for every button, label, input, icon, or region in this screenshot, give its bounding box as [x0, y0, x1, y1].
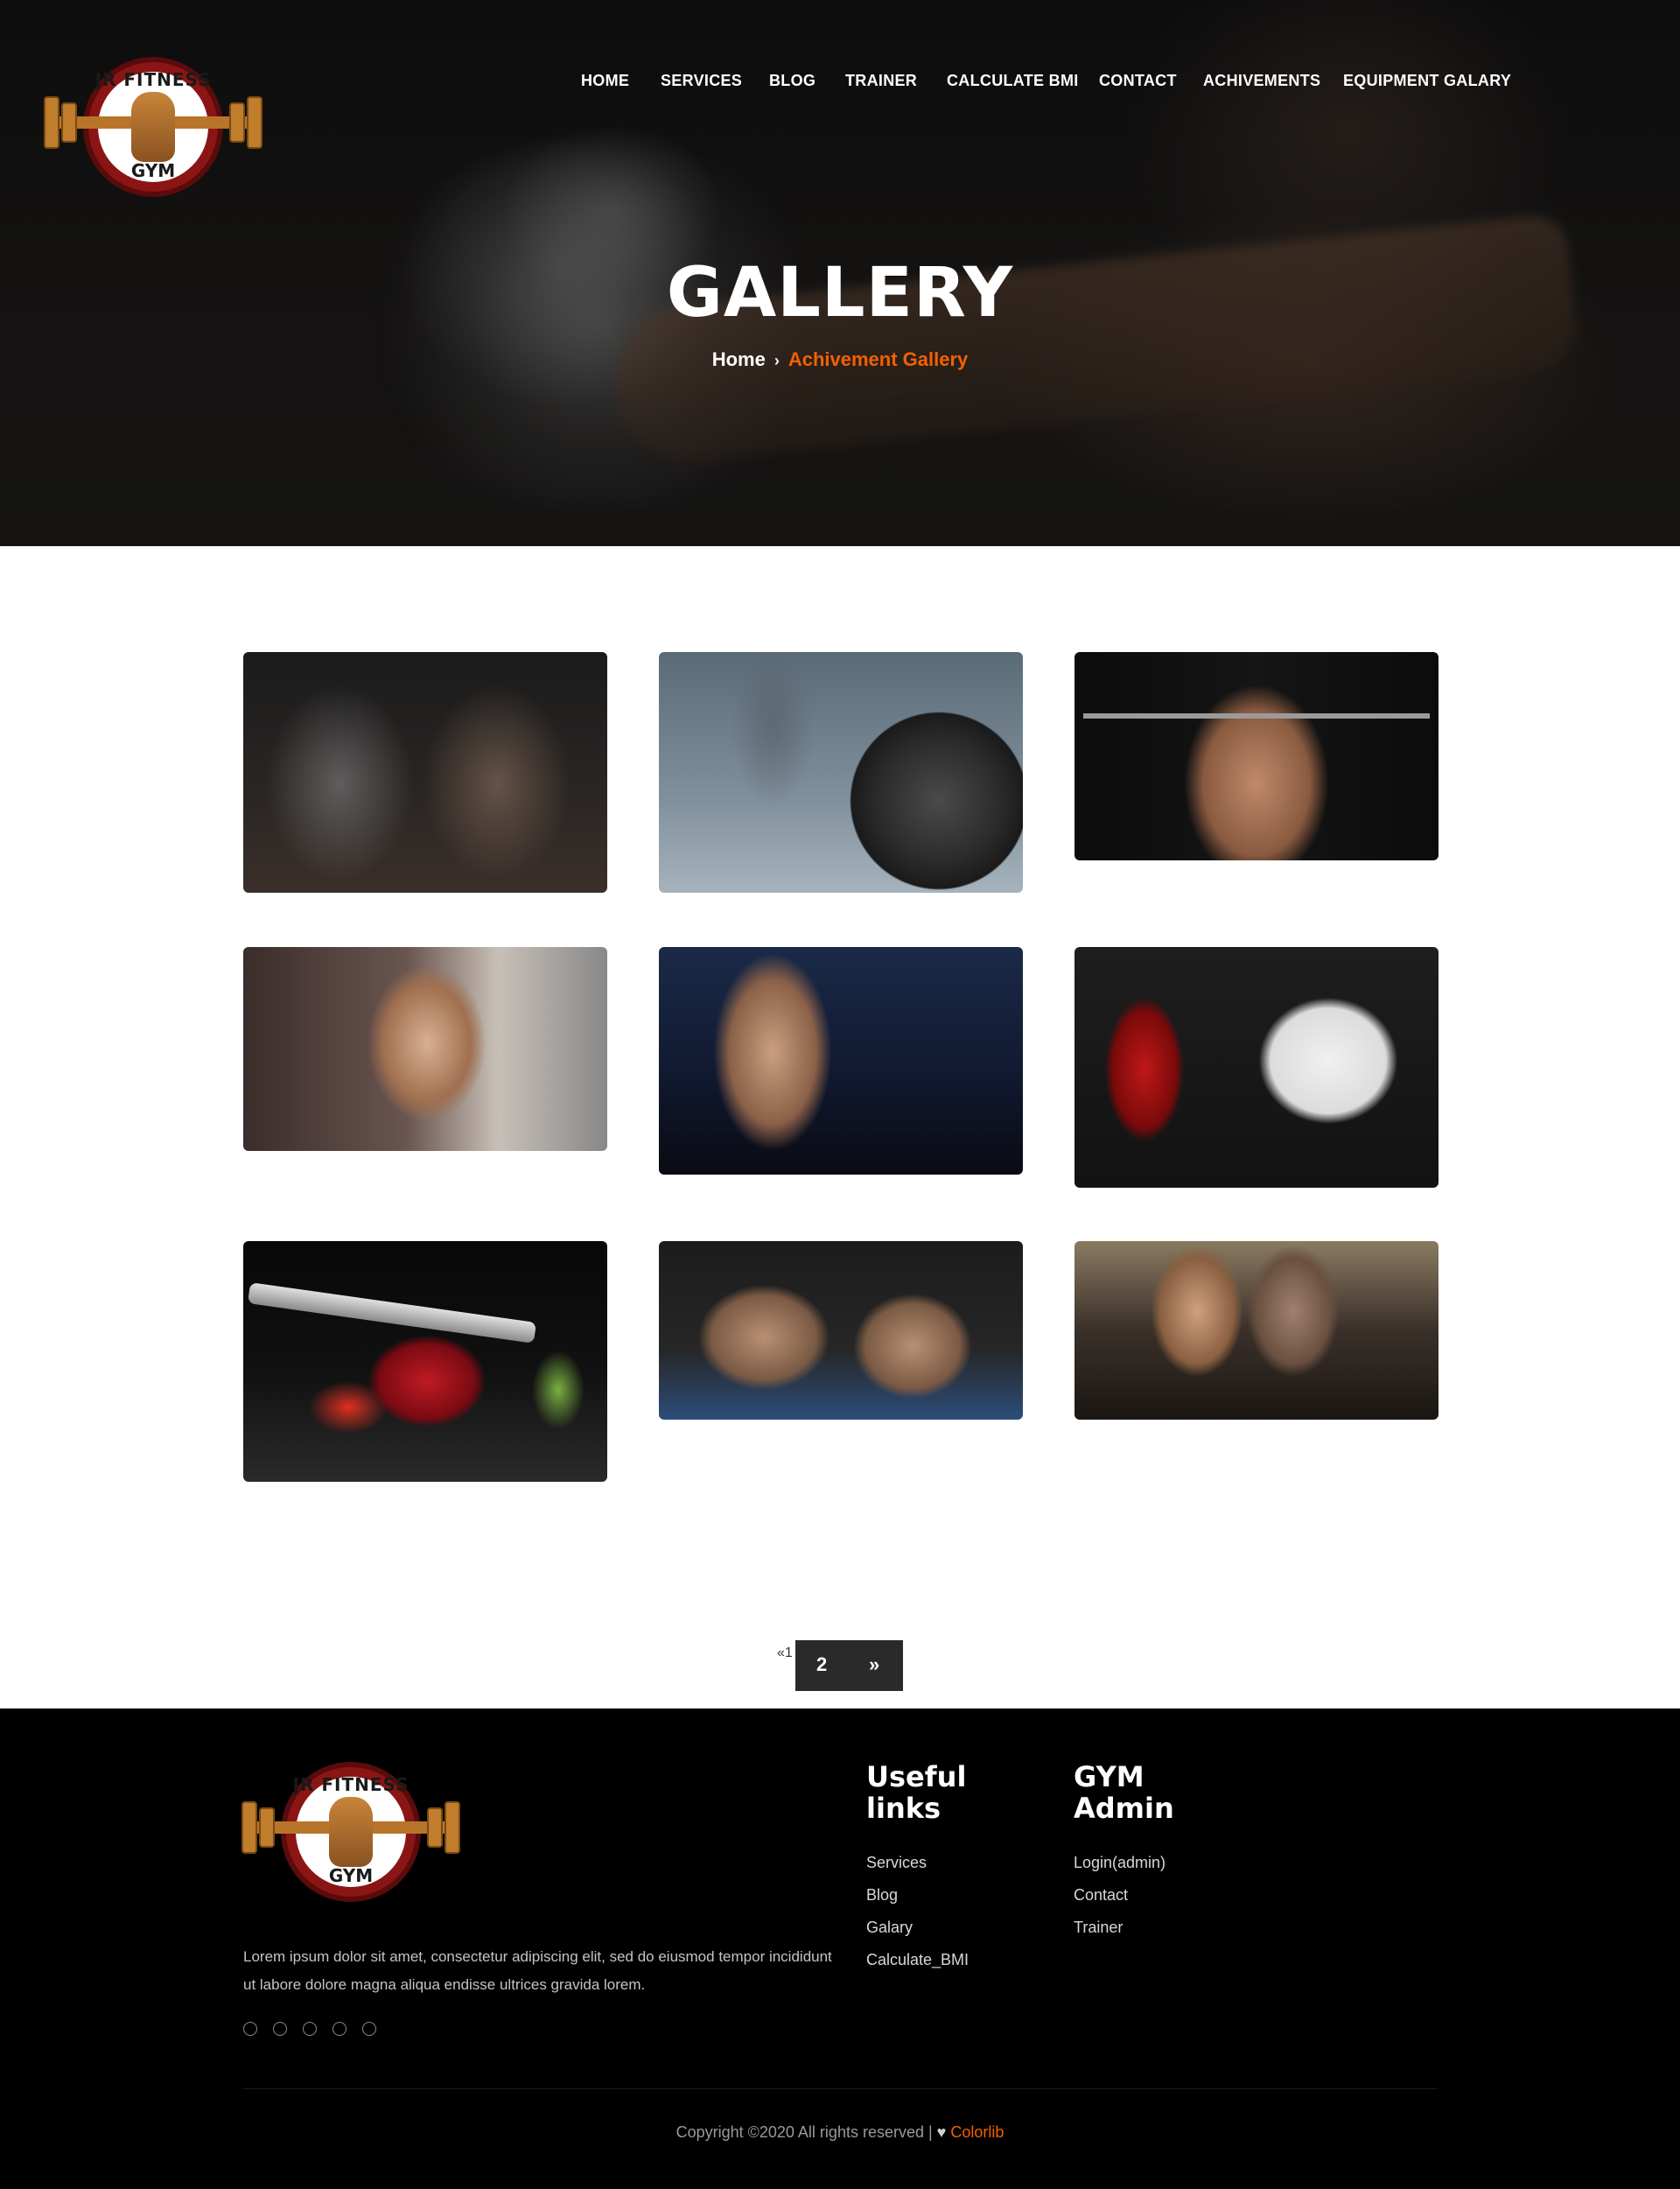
logo-bottom-text: GYM	[130, 160, 176, 181]
gym-admin-title: GYM Admin	[1074, 1760, 1174, 1825]
gallery-image-dumbbell-steak[interactable]	[243, 1241, 607, 1482]
breadcrumb-current: Achivement Gallery	[788, 348, 969, 370]
colorlib-link[interactable]: Colorlib	[950, 2123, 1004, 2141]
logo-bottom-text: GYM	[328, 1865, 374, 1886]
main-nav: HOME SERVICES BLOG TRAINER CALCULATE BMI…	[0, 72, 1680, 95]
nav-equipment-galary[interactable]: EQUIPMENT GALARY	[1343, 72, 1511, 90]
footer-link-services[interactable]: Services	[866, 1854, 927, 1872]
pagination-prev-and-page1[interactable]: «1	[777, 1645, 793, 1661]
copyright: Copyright ©2020 All rights reserved | ♥ …	[0, 2123, 1680, 2142]
pagination-next[interactable]: »	[869, 1653, 879, 1676]
instagram-icon[interactable]	[332, 2022, 346, 2036]
nav-services[interactable]: SERVICES	[661, 72, 742, 90]
twitter-icon[interactable]	[273, 2022, 287, 2036]
heart-icon: ♥	[936, 2123, 947, 2141]
page-title: GALLERY	[666, 254, 1014, 333]
breadcrumb: Home › Achivement Gallery	[0, 348, 1680, 371]
bodybuilder-icon	[131, 92, 175, 162]
breadcrumb-separator: ›	[774, 352, 780, 369]
gallery-image-spin-class[interactable]	[1074, 1241, 1438, 1420]
breadcrumb-home[interactable]: Home	[712, 348, 766, 370]
logo-top-text: JR FITNESS	[292, 1774, 410, 1795]
pagination-page-1[interactable]: 1	[785, 1645, 793, 1660]
nav-home[interactable]: HOME	[581, 72, 629, 90]
copyright-text: Copyright ©2020 All rights reserved |	[676, 2123, 937, 2141]
gallery-image-woman-dumbbells[interactable]	[659, 947, 1023, 1175]
nav-calculate-bmi[interactable]: CALCULATE BMI	[947, 72, 1079, 90]
nav-trainer[interactable]: TRAINER	[845, 72, 917, 90]
footer-link-login-admin[interactable]: Login(admin)	[1074, 1854, 1166, 1872]
nav-achivements[interactable]: ACHIVEMENTS	[1203, 72, 1320, 90]
nav-blog[interactable]: BLOG	[769, 72, 816, 90]
facebook-icon[interactable]	[243, 2022, 257, 2036]
footer-description: Lorem ipsum dolor sit amet, consectetur …	[243, 1948, 832, 1993]
footer-logo[interactable]: JR FITNESS GYM	[242, 1762, 460, 1911]
gallery-image-couple-handshake[interactable]	[659, 1241, 1023, 1420]
envelope-icon[interactable]	[362, 2022, 376, 2036]
footer-divider	[243, 2088, 1437, 2089]
gallery-image-woman-bench[interactable]	[243, 947, 607, 1151]
pagination-page-2[interactable]: 2	[816, 1653, 827, 1676]
gallery-image-battle-ropes[interactable]	[243, 652, 607, 893]
nav-contact[interactable]: CONTACT	[1099, 72, 1177, 90]
footer-link-galary[interactable]: Galary	[866, 1919, 913, 1937]
pagination-prev[interactable]: «	[777, 1645, 785, 1660]
footer-link-trainer[interactable]: Trainer	[1074, 1919, 1123, 1937]
pagination-box: 2 »	[795, 1640, 903, 1691]
gallery-image-barbell-plate[interactable]	[659, 652, 1023, 893]
footer-link-contact[interactable]: Contact	[1074, 1886, 1128, 1905]
gallery-image-healthy-food[interactable]	[1074, 947, 1438, 1188]
youtube-icon[interactable]	[303, 2022, 317, 2036]
footer-link-calculate-bmi[interactable]: Calculate_BMI	[866, 1951, 969, 1969]
bodybuilder-icon	[329, 1797, 373, 1867]
footer-link-blog[interactable]: Blog	[866, 1886, 898, 1905]
gallery-image-barbell-man[interactable]	[1074, 652, 1438, 860]
useful-links-title: Useful links	[866, 1760, 967, 1825]
